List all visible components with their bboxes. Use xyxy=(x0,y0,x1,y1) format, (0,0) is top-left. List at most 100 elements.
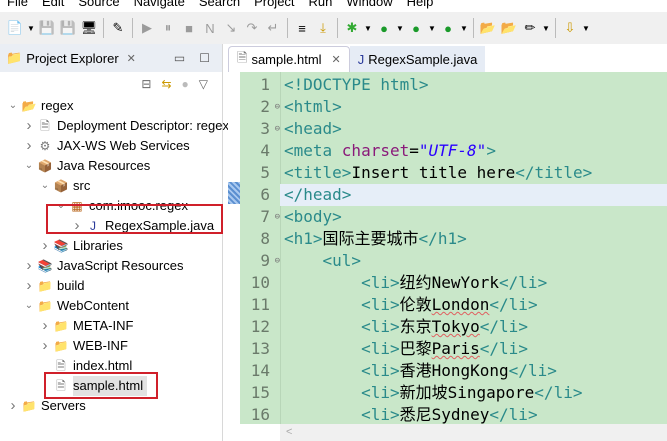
chevron-down-icon[interactable]: ▼ xyxy=(396,24,404,33)
code-line[interactable]: <title>Insert title here</title> xyxy=(284,162,592,184)
step-over-icon[interactable]: ↷ xyxy=(243,19,261,37)
terminate-icon[interactable]: ■ xyxy=(180,19,198,37)
drop-to-frame-icon[interactable]: ⤓ xyxy=(314,19,332,37)
fold-icon[interactable]: ⊖ xyxy=(275,118,280,140)
menu-source[interactable]: Source xyxy=(71,0,126,10)
menu-help[interactable]: Help xyxy=(400,0,441,10)
terminal-icon[interactable]: 🖥 xyxy=(80,19,98,37)
code-line[interactable]: <li>香港HongKong</li> xyxy=(284,360,557,382)
tree-item[interactable]: ⌄ 📂 regex xyxy=(6,96,74,116)
close-icon[interactable]: ✕ xyxy=(332,53,341,66)
fold-icon[interactable]: ⊖ xyxy=(275,250,280,272)
scroll-left-icon[interactable]: < xyxy=(286,426,292,438)
save-all-icon[interactable]: 💾 xyxy=(59,19,77,37)
tab-sample-html[interactable]: 🗎 sample.html ✕ xyxy=(228,46,350,72)
use-step-filters-icon[interactable]: ≡ xyxy=(293,19,311,37)
tree-item[interactable]: › 📁 META-INF xyxy=(38,316,134,336)
fold-icon[interactable]: ⊖ xyxy=(275,96,280,118)
chevron-down-icon[interactable]: ▼ xyxy=(27,24,35,33)
tree-item[interactable]: › 🗎 Deployment Descriptor: regex xyxy=(22,116,229,136)
run-server-icon[interactable]: ● xyxy=(407,19,425,37)
tree-item-label: build xyxy=(57,278,85,293)
code-line[interactable]: <li>巴黎Paris</li> xyxy=(284,338,528,360)
link-with-editor-icon[interactable]: ⇆ xyxy=(161,77,171,91)
code-line[interactable]: </head> xyxy=(284,184,351,206)
code-line[interactable]: <meta charset="UTF-8"> xyxy=(284,140,496,162)
chevron-right-icon[interactable]: › xyxy=(22,116,36,136)
code-line[interactable]: <li>伦敦London</li> xyxy=(284,294,538,316)
step-into-icon[interactable]: ↘ xyxy=(222,19,240,37)
chevron-down-icon[interactable]: ⌄ xyxy=(6,96,20,116)
tab-regexsample-java[interactable]: J RegexSample.java xyxy=(349,46,486,72)
disconnect-icon[interactable]: N xyxy=(201,19,219,37)
chevron-down-icon[interactable]: ⌄ xyxy=(22,296,36,316)
chevron-right-icon[interactable]: › xyxy=(22,276,36,296)
fold-icon[interactable]: ⊖ xyxy=(275,206,280,228)
run-icon[interactable]: ● xyxy=(375,19,393,37)
chevron-right-icon[interactable]: › xyxy=(38,236,52,256)
view-menu-icon[interactable]: ▽ xyxy=(199,77,208,91)
tree-item[interactable]: › 📚 Libraries xyxy=(38,236,123,256)
tree-item[interactable]: ⌄ 📁 WebContent xyxy=(22,296,129,316)
menu-navigate[interactable]: Navigate xyxy=(127,0,192,10)
skip-breakpoints-icon[interactable]: ✎ xyxy=(109,19,127,37)
menu-window[interactable]: Window xyxy=(339,0,399,10)
tree-item[interactable]: › 📁 Servers xyxy=(6,396,86,416)
chevron-down-icon[interactable]: ⌄ xyxy=(38,176,52,196)
chevron-right-icon[interactable]: › xyxy=(22,136,36,156)
code-line[interactable]: <h1>国际主要城市</h1> xyxy=(284,228,467,250)
save-icon[interactable]: 💾 xyxy=(38,19,56,37)
collapse-all-icon[interactable]: ⊟ xyxy=(141,77,151,91)
tree-item[interactable]: › 📁 WEB-INF xyxy=(38,336,128,356)
tree-item[interactable]: › ⚙ JAX-WS Web Services xyxy=(22,136,190,156)
menu-run[interactable]: Run xyxy=(302,0,340,10)
code-line[interactable]: <li>纽约NewYork</li> xyxy=(284,272,547,294)
code-line[interactable]: <li>悉尼Sydney</li> xyxy=(284,404,538,426)
chevron-down-icon[interactable]: ⌄ xyxy=(22,156,36,176)
minimize-icon[interactable]: ▭ xyxy=(174,51,185,65)
chevron-right-icon[interactable]: › xyxy=(38,316,52,336)
chevron-down-icon[interactable]: ▼ xyxy=(582,24,590,33)
chevron-down-icon[interactable]: ▼ xyxy=(460,24,468,33)
menu-project[interactable]: Project xyxy=(247,0,301,10)
step-return-icon[interactable]: ↵ xyxy=(264,19,282,37)
code-line[interactable]: <ul> xyxy=(284,250,362,272)
chevron-down-icon[interactable]: ▼ xyxy=(364,24,372,33)
code-line[interactable]: <body> xyxy=(284,206,342,228)
close-icon[interactable]: ✕ xyxy=(127,52,136,65)
tree-item[interactable]: ⌄ 📦 Java Resources xyxy=(22,156,150,176)
code-line[interactable]: <li>东京Tokyo</li> xyxy=(284,316,528,338)
folder-icon: 📁 xyxy=(37,279,53,293)
menu-search[interactable]: Search xyxy=(192,0,247,10)
code-line[interactable]: <!DOCTYPE html> xyxy=(284,74,429,96)
horizontal-scrollbar[interactable]: < xyxy=(280,424,667,441)
code-editor[interactable]: 1 <!DOCTYPE html> 2 ⊖ <html> 3 ⊖ <head> 4 <meta c… xyxy=(228,72,667,441)
maximize-icon[interactable]: ☐ xyxy=(199,51,210,65)
code-line[interactable]: <head> xyxy=(284,118,342,140)
debug-icon[interactable]: ✱ xyxy=(343,19,361,37)
main-toolbar: 📄 ▼ 💾 💾 🖥 ✎ ▶ ⏸ ■ N ↘ ↷ ↵ ≡ ⤓ ✱ ▼ ● ▼ ● ▼ ● ▼… xyxy=(0,12,667,44)
tree-item[interactable]: › 📁 build xyxy=(22,276,85,296)
project-explorer-tab[interactable]: 📁 Project Explorer ✕ ▭ ☐ xyxy=(0,44,222,72)
next-annotation-icon[interactable]: ⇩ xyxy=(561,19,579,37)
pen-icon[interactable]: ✏ xyxy=(521,19,539,37)
tree-item[interactable]: › 📚 JavaScript Resources xyxy=(22,256,184,276)
code-line[interactable]: <li>新加坡Singapore</li> xyxy=(284,382,582,404)
chevron-down-icon[interactable]: ▼ xyxy=(542,24,550,33)
open-type-icon[interactable]: 📂 xyxy=(479,19,497,37)
code-line[interactable]: <html> xyxy=(284,96,342,118)
chevron-right-icon[interactable]: › xyxy=(22,256,36,276)
tree-item[interactable]: ⌄ 📦 src xyxy=(38,176,91,196)
chevron-down-icon[interactable]: ▼ xyxy=(428,24,436,33)
open-folder-icon[interactable]: 📂 xyxy=(500,19,518,37)
chevron-right-icon[interactable]: › xyxy=(38,336,52,356)
new-icon[interactable]: 📄 xyxy=(6,19,24,37)
suspend-icon[interactable]: ⏸ xyxy=(159,19,177,37)
filters-icon[interactable]: ● xyxy=(182,77,189,91)
chevron-right-icon[interactable]: › xyxy=(6,396,20,416)
code-token: </li> xyxy=(534,383,583,402)
resume-icon[interactable]: ▶ xyxy=(138,19,156,37)
external-tools-icon[interactable]: ● xyxy=(439,19,457,37)
menu-edit[interactable]: Edit xyxy=(35,0,71,10)
menu-file[interactable]: File xyxy=(0,0,35,10)
